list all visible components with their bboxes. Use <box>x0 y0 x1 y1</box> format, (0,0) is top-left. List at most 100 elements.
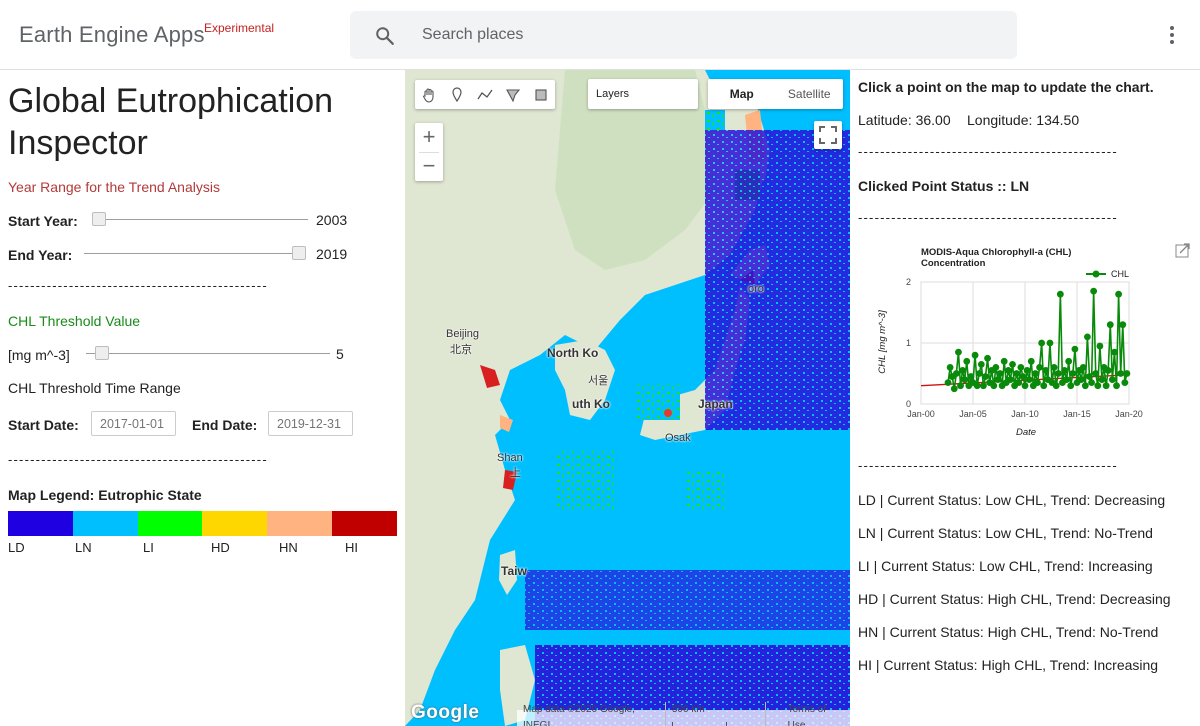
start-year-label: Start Year: <box>8 213 78 229</box>
chl-data-point <box>1092 370 1100 377</box>
y-axis: 0 1 2 <box>906 277 911 409</box>
map-scale[interactable]: 500 km <box>666 702 766 726</box>
google-logo: Google <box>411 702 480 723</box>
x-tick-label: Jan-20 <box>1115 409 1143 419</box>
zoom-control: + − <box>415 123 443 181</box>
legend-line-ld: LD | Current Status: Low CHL, Trend: Dec… <box>858 492 1166 508</box>
zoom-out-button[interactable]: − <box>415 152 443 181</box>
chl-threshold-heading: CHL Threshold Value <box>8 313 141 329</box>
end-year-label: End Year: <box>8 247 73 263</box>
chl-data-point <box>1119 321 1127 329</box>
longitude-readout: Longitude: 134.50 <box>967 112 1080 128</box>
chl-data-point <box>1017 364 1025 371</box>
chl-data-point <box>1032 370 1039 377</box>
chl-data-point <box>1071 345 1079 353</box>
chl-data-point <box>1084 333 1091 341</box>
chl-data-point <box>1113 382 1120 390</box>
terms-of-use-link[interactable]: Terms of Use <box>782 702 850 726</box>
legend-swatch-ld <box>8 511 73 536</box>
divider: ----------------------------------------… <box>8 452 268 467</box>
brand-title[interactable]: Earth Engine Apps <box>19 22 205 48</box>
chl-data-point <box>1117 370 1125 377</box>
rectangle-draw-icon[interactable] <box>527 80 555 109</box>
end-year-thumb[interactable] <box>292 246 306 260</box>
legend-swatch-hi <box>332 511 397 536</box>
chl-threshold-thumb[interactable] <box>95 346 109 360</box>
chl-data-point <box>1111 348 1118 356</box>
chl-data-point <box>1098 376 1106 383</box>
chl-data-point <box>1102 382 1110 390</box>
map-data-credit[interactable]: Map data ©2020 Google, INEGI <box>517 702 666 726</box>
city-label-beijing: Beijing <box>446 328 480 340</box>
legend-swatch-li <box>137 511 203 536</box>
chl-data-point <box>952 370 960 377</box>
y-tick-label: 1 <box>906 338 911 348</box>
chl-data-point <box>1021 382 1029 390</box>
map-base-layer[interactable] <box>405 70 850 726</box>
start-year-track[interactable] <box>92 219 308 220</box>
chl-data-point <box>1019 373 1027 380</box>
legend-line-hd: HD | Current Status: High CHL, Trend: De… <box>858 591 1171 607</box>
more-options-icon[interactable] <box>1162 22 1182 48</box>
point-marker-icon[interactable] <box>443 80 471 109</box>
chl-data-point <box>1038 339 1046 347</box>
start-year-thumb[interactable] <box>92 212 106 226</box>
chl-chart[interactable]: MODIS-Aqua Chlorophyll-a (CHL) Concentra… <box>858 240 1194 450</box>
chl-data-point <box>1088 379 1095 387</box>
chl-data-point <box>1034 379 1041 387</box>
map-canvas[interactable]: Layers Map Satellite + − Beijing 北京 Nort… <box>405 70 850 726</box>
polygon-draw-icon[interactable] <box>499 80 527 109</box>
chl-data-point <box>967 373 975 380</box>
start-date-input[interactable] <box>91 411 176 436</box>
chl-time-range-heading: CHL Threshold Time Range <box>8 380 181 396</box>
legend-swatch-ln <box>72 511 138 536</box>
city-label-japan: Japan <box>698 397 733 411</box>
zoom-in-button[interactable]: + <box>415 123 443 152</box>
end-date-input[interactable] <box>268 411 353 436</box>
end-year-track[interactable] <box>84 253 306 254</box>
x-tick-label: Jan-10 <box>1011 409 1039 419</box>
chl-data-point <box>1036 364 1043 371</box>
clicked-point-marker[interactable] <box>664 409 672 417</box>
line-draw-icon[interactable] <box>471 80 499 109</box>
chl-data-point <box>1069 370 1077 377</box>
chart-legend: CHL <box>1086 269 1129 279</box>
legend-label-hd: HD <box>211 540 230 555</box>
legend-line-hi: HI | Current Status: High CHL, Trend: In… <box>858 657 1159 673</box>
search-icon[interactable] <box>374 25 396 47</box>
chl-data-point <box>990 382 998 390</box>
chl-data-point <box>955 348 962 356</box>
legend-color-bar <box>8 511 397 536</box>
chl-data-point <box>1079 364 1087 371</box>
chl-threshold-track[interactable] <box>86 353 330 354</box>
city-label-shanghai: Shan <box>497 452 523 464</box>
chl-data-point <box>1042 367 1050 374</box>
chl-data-point <box>1050 364 1058 371</box>
map-type-satellite-button[interactable]: Satellite <box>776 79 844 109</box>
chl-data-point <box>992 364 1000 371</box>
chl-data-point <box>975 370 983 377</box>
open-chart-icon[interactable] <box>1175 243 1190 258</box>
legend-label-li: LI <box>143 540 154 555</box>
chl-data-point <box>1056 290 1064 298</box>
chl-data-point <box>980 382 987 390</box>
chl-data-point <box>1121 379 1129 387</box>
x-axis: Jan-00 Jan-05 Jan-10 Jan-15 Jan-20 <box>907 409 1143 419</box>
inspector-panel: Click a point on the map to update the c… <box>850 70 1200 726</box>
fullscreen-button[interactable] <box>814 121 842 149</box>
x-tick-label: Jan-05 <box>959 409 987 419</box>
layers-dropdown[interactable]: Layers <box>588 79 698 109</box>
chl-data-point <box>1009 360 1016 368</box>
chl-data-point <box>1081 382 1089 390</box>
city-label-north-korea: North Ko <box>547 346 599 360</box>
chl-data-point <box>1063 376 1070 383</box>
y-axis-label: CHL [mg m^-3] <box>877 310 888 374</box>
chl-data-point <box>1040 382 1048 390</box>
search-input[interactable] <box>422 23 982 47</box>
legend-heading: Map Legend: Eutrophic State <box>8 487 202 503</box>
search-box[interactable] <box>350 11 1017 59</box>
clicked-point-status: Clicked Point Status :: LN <box>858 178 1030 194</box>
divider: ----------------------------------------… <box>858 458 1118 473</box>
map-type-map-button[interactable]: Map <box>708 79 776 109</box>
pan-hand-icon[interactable] <box>415 80 443 109</box>
